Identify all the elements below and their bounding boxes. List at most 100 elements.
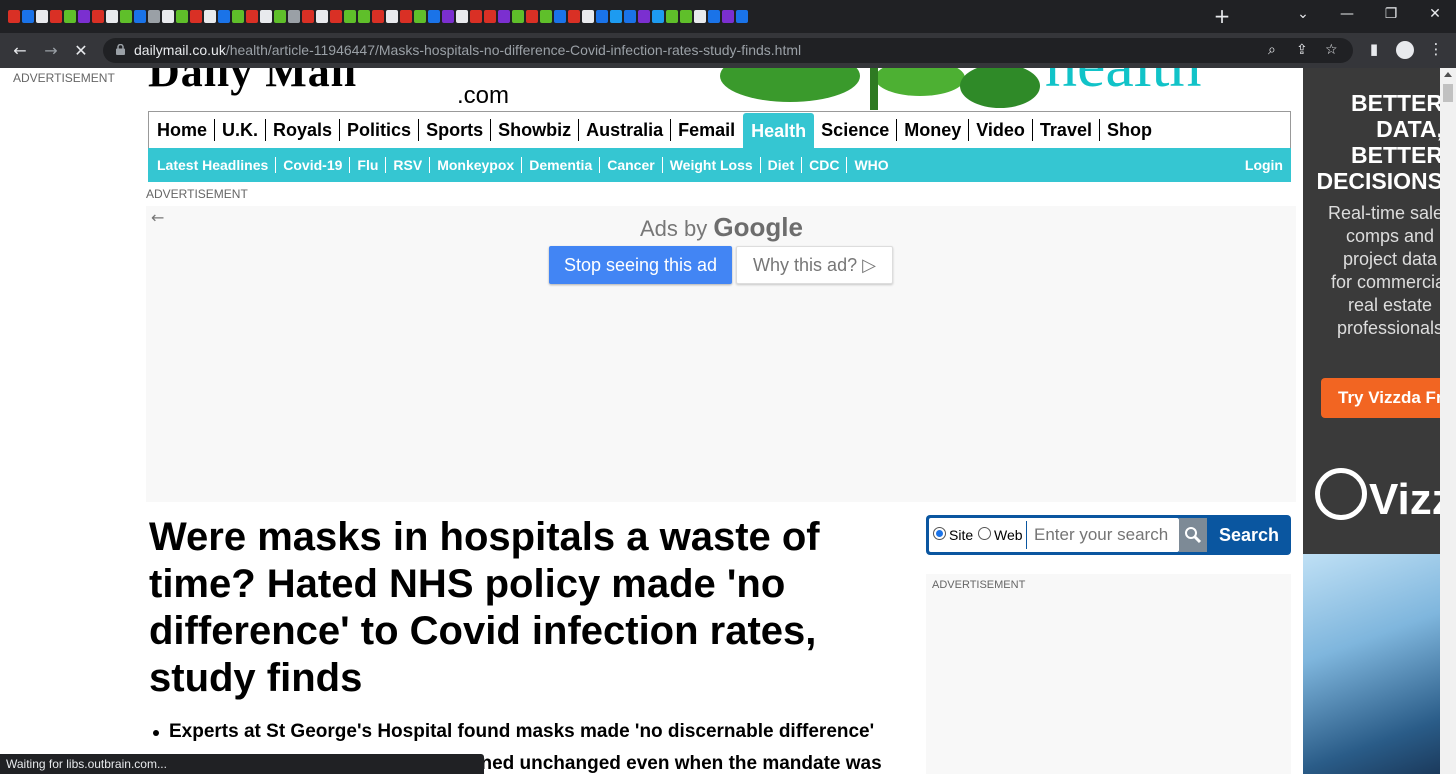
pinned-tab-favicon[interactable]: [722, 10, 734, 23]
nav-item-travel[interactable]: Travel: [1033, 119, 1100, 141]
subnav-item-flu[interactable]: Flu: [350, 157, 387, 173]
share-icon[interactable]: ⇪: [1296, 42, 1308, 58]
scroll-up-icon[interactable]: [1444, 72, 1452, 77]
pinned-tabs[interactable]: [0, 0, 1190, 33]
pinned-tab-favicon[interactable]: [162, 10, 174, 23]
stop-loading-icon[interactable]: ✕: [70, 40, 92, 62]
pinned-tab-favicon[interactable]: [414, 10, 426, 23]
pinned-tab-favicon[interactable]: [204, 10, 216, 23]
back-icon[interactable]: ←: [9, 40, 31, 62]
nav-item-sports[interactable]: Sports: [419, 119, 492, 141]
nav-item-health[interactable]: Health: [743, 113, 815, 149]
nav-item-politics[interactable]: Politics: [340, 119, 420, 141]
pinned-tab-favicon[interactable]: [596, 10, 608, 23]
stop-seeing-ad-button[interactable]: Stop seeing this ad: [549, 246, 732, 284]
web-radio[interactable]: [978, 527, 991, 540]
pinned-tab-favicon[interactable]: [120, 10, 132, 23]
subnav-item-weight-loss[interactable]: Weight Loss: [663, 157, 761, 173]
close-window-icon[interactable]: ✕: [1423, 6, 1447, 22]
pinned-tab-favicon[interactable]: [274, 10, 286, 23]
pinned-tab-favicon[interactable]: [232, 10, 244, 23]
pinned-tab-favicon[interactable]: [260, 10, 272, 23]
pinned-tab-favicon[interactable]: [442, 10, 454, 23]
nav-item-video[interactable]: Video: [969, 119, 1033, 141]
subnav-item-latest-headlines[interactable]: Latest Headlines: [157, 157, 277, 173]
pinned-tab-favicon[interactable]: [470, 10, 482, 23]
menu-icon[interactable]: ⋮: [1426, 40, 1446, 58]
right-ad-cta-button[interactable]: Try Vizzda Free: [1321, 378, 1440, 418]
bookmark-star-icon[interactable]: ☆: [1325, 42, 1338, 58]
pinned-tab-favicon[interactable]: [736, 10, 748, 23]
pinned-tab-favicon[interactable]: [64, 10, 76, 23]
zoom-icon[interactable]: ⌕: [1268, 42, 1276, 58]
pinned-tab-favicon[interactable]: [666, 10, 678, 23]
address-bar[interactable]: dailymail.co.uk/health/article-11946447/…: [103, 38, 1353, 63]
scroll-thumb[interactable]: [1443, 84, 1453, 102]
pinned-tab-favicon[interactable]: [316, 10, 328, 23]
pinned-tab-favicon[interactable]: [680, 10, 692, 23]
pinned-tab-favicon[interactable]: [246, 10, 258, 23]
pinned-tab-favicon[interactable]: [568, 10, 580, 23]
profile-avatar[interactable]: [1396, 41, 1414, 59]
ad-back-arrow-icon[interactable]: ←: [151, 208, 164, 227]
pinned-tab-favicon[interactable]: [638, 10, 650, 23]
right-ad-banner[interactable]: BETTER DATA, BETTER DECISIONS Real-time …: [1303, 68, 1440, 774]
pinned-tab-favicon[interactable]: [190, 10, 202, 23]
pinned-tab-favicon[interactable]: [484, 10, 496, 23]
restore-icon[interactable]: ❐: [1379, 6, 1403, 22]
tab-search-icon[interactable]: ⌄: [1291, 6, 1315, 22]
subnav-item-cdc[interactable]: CDC: [802, 157, 848, 173]
pinned-tab-favicon[interactable]: [22, 10, 34, 23]
login-link[interactable]: Login: [1245, 157, 1283, 173]
search-button[interactable]: Search: [1210, 518, 1288, 552]
pinned-tab-favicon[interactable]: [554, 10, 566, 23]
pinned-tab-favicon[interactable]: [148, 10, 160, 23]
pinned-tab-favicon[interactable]: [498, 10, 510, 23]
subnav-item-diet[interactable]: Diet: [761, 157, 803, 173]
pinned-tab-favicon[interactable]: [624, 10, 636, 23]
pinned-tab-favicon[interactable]: [288, 10, 300, 23]
pinned-tab-favicon[interactable]: [302, 10, 314, 23]
search-input[interactable]: [1026, 521, 1178, 549]
pinned-tab-favicon[interactable]: [400, 10, 412, 23]
pinned-tab-favicon[interactable]: [610, 10, 622, 23]
nav-item-royals[interactable]: Royals: [266, 119, 341, 141]
nav-item-science[interactable]: Science: [814, 119, 898, 141]
subnav-item-cancer[interactable]: Cancer: [600, 157, 663, 173]
forward-icon[interactable]: →: [40, 40, 62, 62]
pinned-tab-favicon[interactable]: [78, 10, 90, 23]
logo-domain[interactable]: .com: [457, 82, 509, 110]
pinned-tab-favicon[interactable]: [540, 10, 552, 23]
nav-item-showbiz[interactable]: Showbiz: [491, 119, 580, 141]
pinned-tab-favicon[interactable]: [456, 10, 468, 23]
pinned-tab-favicon[interactable]: [582, 10, 594, 23]
pinned-tab-favicon[interactable]: [372, 10, 384, 23]
pinned-tab-favicon[interactable]: [92, 10, 104, 23]
page-scrollbar[interactable]: [1440, 68, 1456, 774]
subnav-item-dementia[interactable]: Dementia: [522, 157, 601, 173]
pinned-tab-favicon[interactable]: [36, 10, 48, 23]
nav-item-money[interactable]: Money: [897, 119, 970, 141]
pinned-tab-favicon[interactable]: [134, 10, 146, 23]
new-tab-icon[interactable]: +: [1212, 6, 1232, 26]
pinned-tab-favicon[interactable]: [708, 10, 720, 23]
pinned-tab-favicon[interactable]: [176, 10, 188, 23]
pinned-tab-favicon[interactable]: [50, 10, 62, 23]
pinned-tab-favicon[interactable]: [386, 10, 398, 23]
subnav-item-covid-19[interactable]: Covid-19: [276, 157, 351, 173]
pinned-tab-favicon[interactable]: [512, 10, 524, 23]
side-panel-icon[interactable]: ▮: [1364, 40, 1384, 58]
pinned-tab-favicon[interactable]: [106, 10, 118, 23]
pinned-tab-favicon[interactable]: [526, 10, 538, 23]
search-icon[interactable]: [1179, 518, 1207, 552]
nav-item-shop[interactable]: Shop: [1100, 119, 1159, 141]
pinned-tab-favicon[interactable]: [218, 10, 230, 23]
nav-item-femail[interactable]: Femail: [671, 119, 742, 141]
nav-item-u-k[interactable]: U.K.: [215, 119, 267, 141]
pinned-tab-favicon[interactable]: [694, 10, 706, 23]
subnav-item-who[interactable]: WHO: [847, 157, 895, 173]
pinned-tab-favicon[interactable]: [652, 10, 664, 23]
minimize-icon[interactable]: —: [1335, 6, 1359, 22]
site-logo[interactable]: Daily Mail: [148, 68, 357, 97]
site-radio[interactable]: [933, 527, 946, 540]
